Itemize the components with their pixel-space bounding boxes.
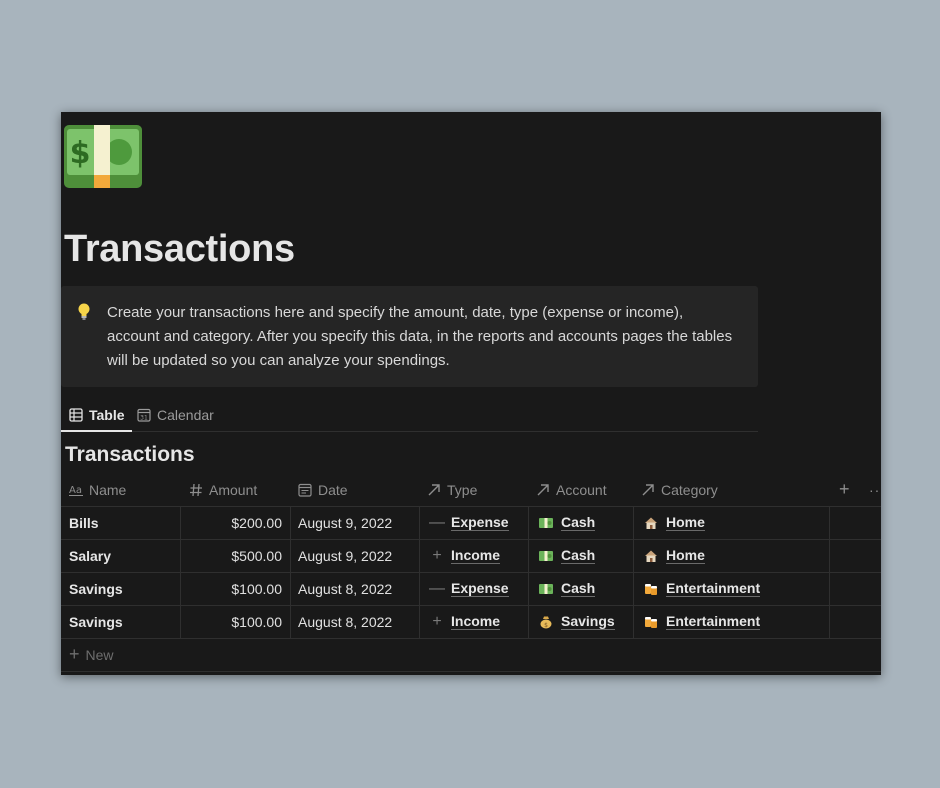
table-row[interactable]: Bills $200.00 August 9, 2022 — Expense C…	[61, 507, 881, 540]
dollar-banknote-icon	[539, 584, 553, 594]
tab-calendar-label: Calendar	[157, 407, 214, 423]
table-row[interactable]: Savings $100.00 August 8, 2022 + Income …	[61, 606, 881, 639]
plus-icon: +	[432, 613, 442, 630]
table-header: Aa Name Amount Date Type Account Categor…	[61, 473, 881, 507]
money-banknote-icon[interactable]: $	[64, 125, 142, 188]
plus-icon: +	[69, 643, 80, 664]
account-link[interactable]: Cash	[561, 581, 596, 597]
column-header-date-label: Date	[318, 481, 348, 498]
column-header-amount-label: Amount	[209, 481, 258, 498]
view-tabs: Table 31 Calendar	[61, 399, 758, 432]
minus-icon: —	[429, 580, 445, 597]
beer-mugs-icon	[645, 584, 657, 595]
transactions-table: Aa Name Amount Date Type Account Categor…	[61, 473, 881, 672]
svg-text:$: $	[544, 622, 548, 629]
cell-amount[interactable]: $100.00	[181, 606, 282, 638]
lightbulb-icon	[78, 303, 90, 320]
category-link[interactable]: Entertainment	[666, 581, 761, 597]
cell-category[interactable]: Home	[644, 540, 705, 572]
minus-icon: —	[429, 514, 445, 531]
house-icon	[645, 550, 657, 562]
type-link[interactable]: Expense	[451, 581, 509, 597]
hash-icon	[190, 483, 202, 496]
cell-account[interactable]: Cash	[539, 540, 596, 572]
column-header-account-label: Account	[556, 481, 607, 498]
column-header-name[interactable]: Aa Name	[69, 473, 126, 506]
svg-text:Aa: Aa	[69, 485, 82, 496]
cell-account[interactable]: $ Savings	[539, 606, 615, 638]
plus-icon: +	[432, 547, 442, 564]
cell-account[interactable]: Cash	[539, 573, 596, 605]
callout-text: Create your transactions here and specif…	[107, 304, 733, 369]
column-header-type-label: Type	[447, 481, 478, 498]
account-link[interactable]: Cash	[561, 515, 596, 531]
svg-text:31: 31	[140, 415, 148, 422]
cell-date[interactable]: August 9, 2022	[298, 540, 392, 572]
text-property-icon: Aa	[69, 485, 83, 496]
house-icon	[645, 517, 657, 529]
column-header-category-label: Category	[661, 481, 718, 498]
relation-arrow-icon	[537, 483, 549, 495]
more-options-button[interactable]: ··	[869, 473, 880, 506]
column-header-date[interactable]: Date	[298, 473, 348, 506]
type-link[interactable]: Expense	[451, 515, 509, 531]
calendar-property-icon	[298, 483, 312, 497]
table-icon	[69, 408, 83, 422]
database-title[interactable]: Transactions	[65, 443, 195, 467]
column-header-category[interactable]: Category	[641, 473, 718, 506]
callout-block[interactable]: Create your transactions here and specif…	[61, 286, 758, 387]
cell-name[interactable]: Savings	[69, 606, 123, 638]
new-row: + New	[61, 639, 881, 672]
calendar-icon: 31	[137, 408, 151, 422]
new-row-button[interactable]: + New	[69, 639, 114, 671]
cell-name[interactable]: Savings	[69, 573, 123, 605]
column-header-account[interactable]: Account	[536, 473, 607, 506]
dollar-banknote-icon	[539, 551, 553, 561]
category-link[interactable]: Home	[666, 548, 705, 564]
cell-type[interactable]: — Expense	[429, 507, 509, 539]
cell-category[interactable]: Home	[644, 507, 705, 539]
cell-type[interactable]: — Expense	[429, 573, 509, 605]
cell-amount[interactable]: $200.00	[181, 507, 282, 539]
dollar-banknote-icon	[539, 518, 553, 528]
cell-category[interactable]: Entertainment	[644, 573, 761, 605]
cell-date[interactable]: August 9, 2022	[298, 507, 392, 539]
cell-account[interactable]: Cash	[539, 507, 596, 539]
svg-text:$: $	[70, 136, 91, 171]
account-link[interactable]: Cash	[561, 548, 596, 564]
money-bag-icon: $	[540, 616, 552, 629]
column-header-name-label: Name	[89, 481, 127, 498]
type-link[interactable]: Income	[451, 548, 501, 564]
relation-arrow-icon	[428, 483, 440, 495]
cell-date[interactable]: August 8, 2022	[298, 573, 392, 605]
tab-calendar[interactable]: 31 Calendar	[137, 399, 214, 431]
column-header-amount[interactable]: Amount	[189, 473, 257, 506]
cell-amount[interactable]: $500.00	[181, 540, 282, 572]
cell-type[interactable]: + Income	[431, 540, 501, 572]
cell-name[interactable]: Salary	[69, 540, 111, 572]
cell-name[interactable]: Bills	[69, 507, 99, 539]
cell-amount[interactable]: $100.00	[181, 573, 282, 605]
add-property-button[interactable]: +	[839, 473, 850, 506]
table-row[interactable]: Savings $100.00 August 8, 2022 — Expense…	[61, 573, 881, 606]
tab-table[interactable]: Table	[61, 399, 132, 432]
cell-date[interactable]: August 8, 2022	[298, 606, 392, 638]
new-row-label: New	[85, 647, 114, 663]
cell-type[interactable]: + Income	[431, 606, 501, 638]
type-link[interactable]: Income	[451, 614, 501, 630]
relation-arrow-icon	[642, 483, 654, 495]
table-row[interactable]: Salary $500.00 August 9, 2022 + Income C…	[61, 540, 881, 573]
beer-mugs-icon	[645, 617, 657, 628]
notion-page: $ Transactions Create your transactions …	[61, 112, 881, 675]
page-title[interactable]: Transactions	[64, 228, 295, 271]
tab-table-label: Table	[89, 407, 125, 423]
column-header-type[interactable]: Type	[427, 473, 477, 506]
category-link[interactable]: Entertainment	[666, 614, 761, 630]
account-link[interactable]: Savings	[561, 614, 615, 630]
category-link[interactable]: Home	[666, 515, 705, 531]
cell-category[interactable]: Entertainment	[644, 606, 761, 638]
